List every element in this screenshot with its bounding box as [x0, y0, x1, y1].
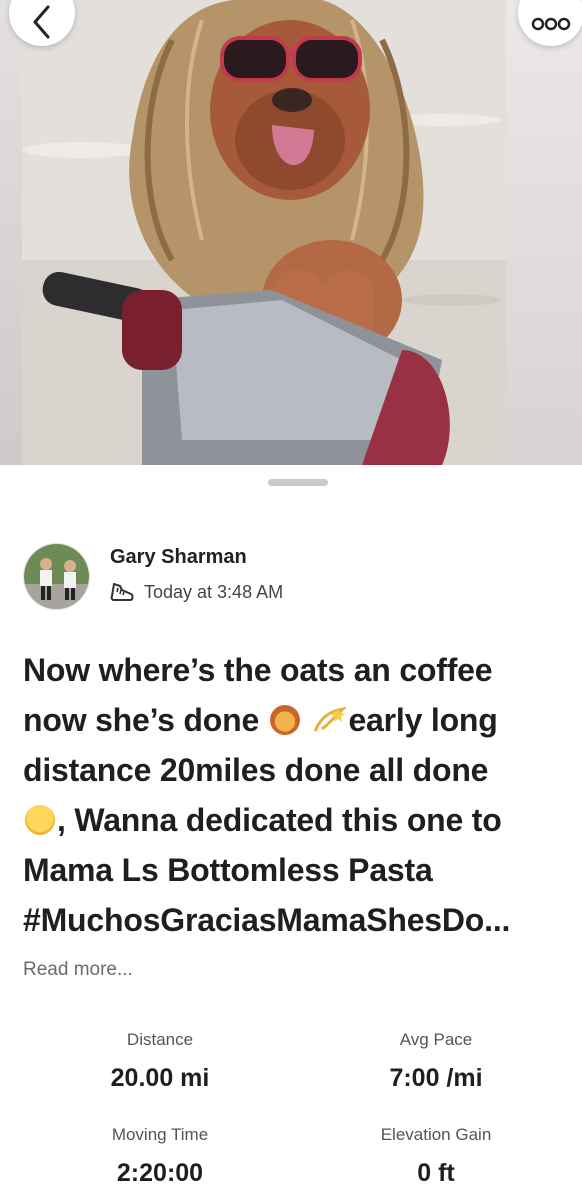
title-line-5-text: , Wanna dedicated this one to: [57, 802, 502, 838]
more-horizontal-icon: [531, 17, 571, 31]
zany-face-emoji: [25, 805, 55, 835]
stat-avg-pace-value: 7:00 /mi: [389, 1064, 483, 1092]
running-shoe-icon: [110, 583, 134, 601]
stat-distance-value: 20.00 mi: [110, 1064, 210, 1092]
stat-distance: Distance 20.00 mi: [40, 1029, 280, 1093]
next-photo-peek[interactable]: [506, 0, 582, 465]
stat-avg-pace-label: Avg Pace: [399, 1030, 473, 1049]
sheet-grabber-handle[interactable]: [268, 479, 328, 486]
title-line-2: now she’s done early long: [23, 695, 571, 745]
activity-photo-carousel[interactable]: [0, 0, 582, 465]
stat-moving-time: Moving Time 2:20:00: [40, 1124, 280, 1188]
read-more-link[interactable]: Read more...: [23, 959, 133, 981]
stat-elevation-gain: Elevation Gain 0 ft: [316, 1124, 556, 1188]
dog-lion-mane-illustration: [22, 0, 506, 465]
avatar[interactable]: [23, 543, 90, 610]
title-line-6: Mama Ls Bottomless Pasta: [23, 852, 433, 888]
activity-photo[interactable]: [22, 0, 506, 465]
chevron-left-icon: [33, 5, 50, 39]
title-line-3-text: early long: [348, 702, 498, 738]
lion-face-emoji: [269, 705, 300, 735]
stat-elevation-gain-label: Elevation Gain: [380, 1125, 492, 1144]
previous-photo-peek[interactable]: [0, 0, 22, 465]
activity-title: Now where’s the oats an coffee now she’s…: [23, 645, 571, 945]
dizzy-emoji: [312, 699, 349, 732]
author-row[interactable]: Gary Sharman Today at 3:48 AM: [23, 543, 563, 611]
title-line-2-text: now she’s done: [23, 702, 260, 738]
title-line-7: #MuchosGraciasMamaShesDo...: [23, 902, 511, 938]
title-line-1: Now where’s the oats an coffee: [23, 652, 493, 688]
author-name[interactable]: Gary Sharman: [110, 546, 247, 569]
stat-moving-time-value: 2:20:00: [116, 1159, 204, 1187]
stat-avg-pace: Avg Pace 7:00 /mi: [316, 1029, 556, 1093]
stat-elevation-gain-value: 0 ft: [417, 1159, 455, 1187]
runners-avatar-image: [24, 544, 89, 609]
activity-details-sheet: Gary Sharman Today at 3:48 AM Now where’…: [0, 465, 582, 1200]
stat-moving-time-label: Moving Time: [111, 1125, 209, 1144]
stat-distance-label: Distance: [126, 1030, 194, 1049]
title-line-4: distance 20miles done all done: [23, 752, 489, 788]
activity-stats-grid: Distance 20.00 mi Avg Pace 7:00 /mi Movi…: [0, 1029, 582, 1200]
activity-timestamp: Today at 3:48 AM: [144, 582, 284, 602]
title-line-5: , Wanna dedicated this one to: [23, 795, 571, 845]
